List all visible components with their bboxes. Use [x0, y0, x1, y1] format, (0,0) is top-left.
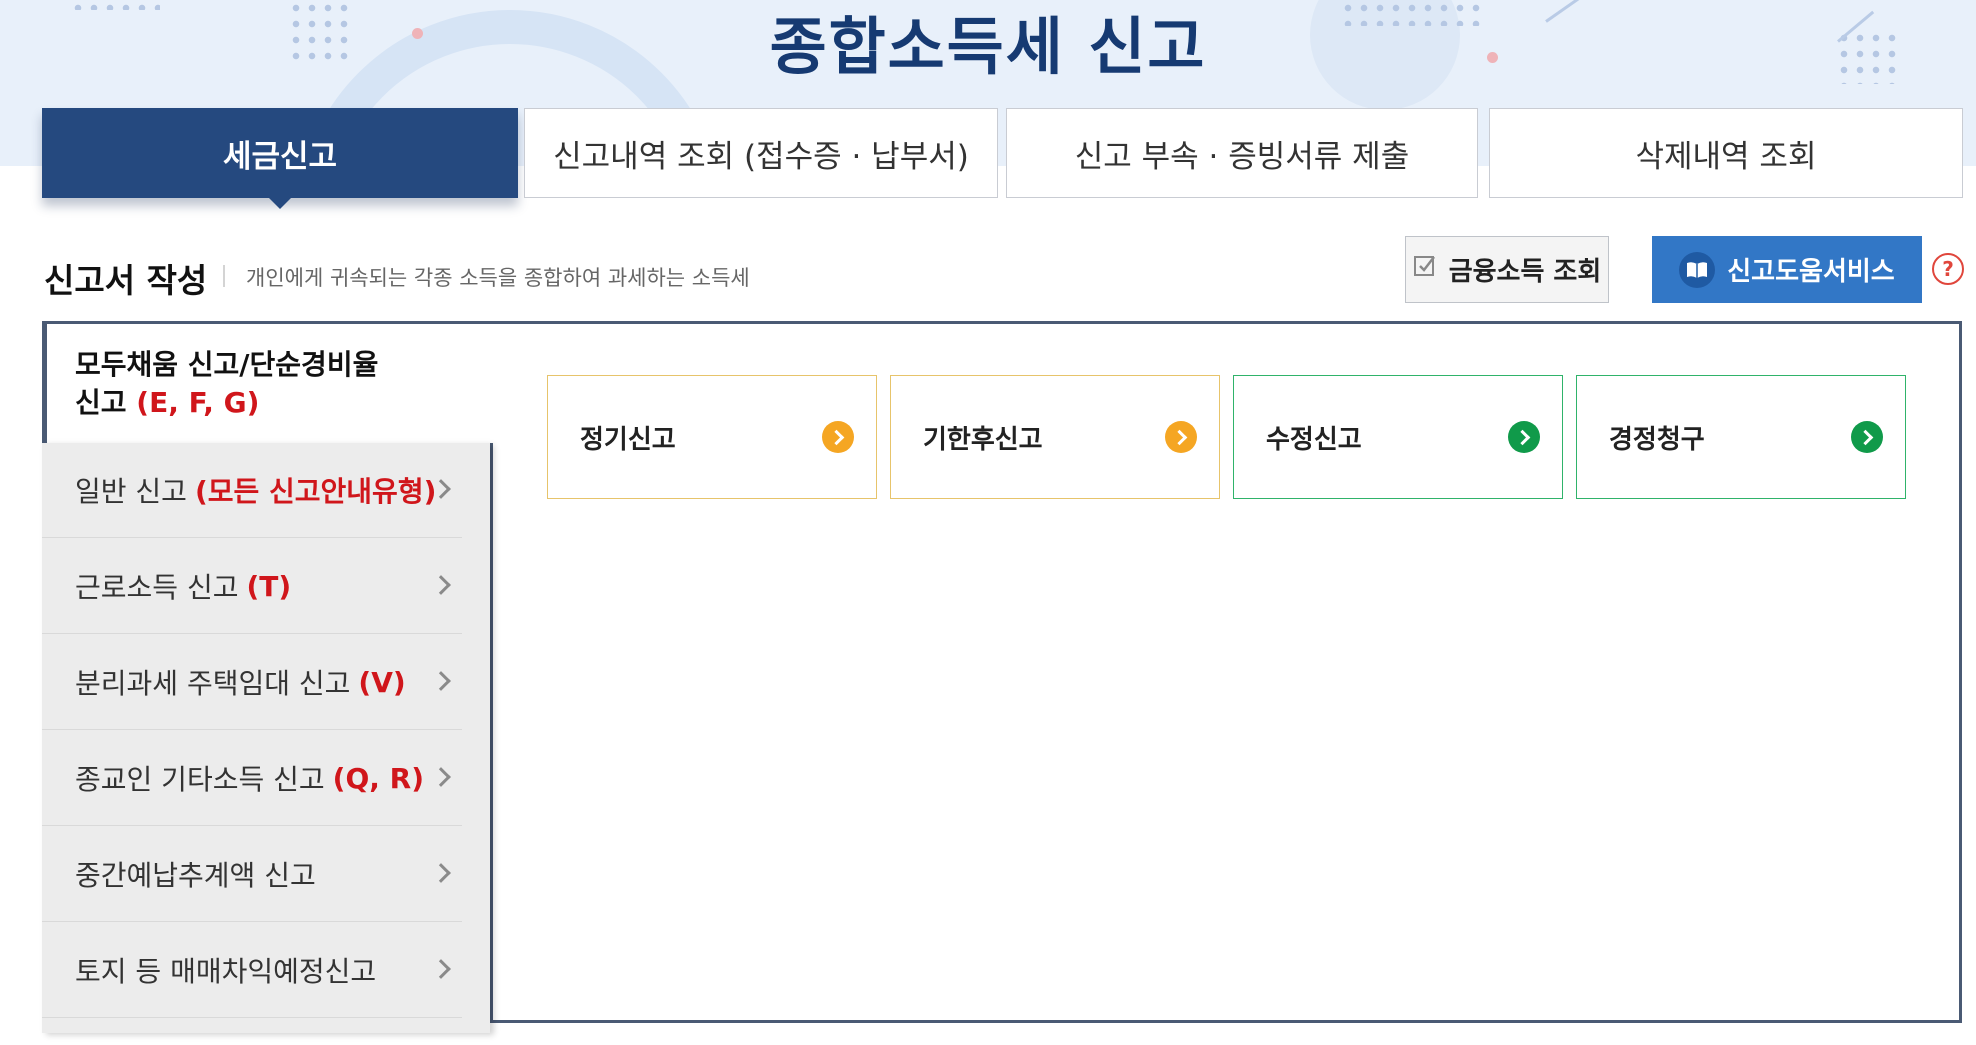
card-label: 기한후신고 [923, 424, 1043, 455]
tab-tax-filing[interactable]: 세금신고 [42, 108, 518, 209]
arrow-right-icon [1165, 421, 1197, 453]
chevron-right-icon [431, 671, 451, 691]
chevron-right-icon [431, 767, 451, 787]
checkbox-edit-icon [1413, 253, 1439, 286]
card-label: 수정신고 [1266, 424, 1362, 455]
chevron-right-icon [431, 575, 451, 595]
arrow-right-icon [1508, 421, 1540, 453]
tab-filing-history[interactable]: 신고내역 조회 (접수증 · 납부서) [524, 108, 998, 198]
book-icon [1679, 251, 1716, 288]
arrow-right-icon [1851, 421, 1883, 453]
sidebar-item-label: 분리과세 주택임대 신고 [75, 667, 351, 700]
financial-income-label: 금융소득 조회 [1448, 257, 1602, 287]
sidebar-item-code: (V) [358, 665, 406, 699]
correction-claim-card[interactable]: 경정청구 [1576, 375, 1906, 499]
financial-income-button[interactable]: 금융소득 조회 [1405, 236, 1609, 303]
card-label: 경정청구 [1609, 424, 1705, 455]
sidebar-item-label: 일반 신고 [75, 475, 187, 508]
page-title: 종합소득세 신고 [769, 10, 1207, 83]
amended-filing-card[interactable]: 수정신고 [1233, 375, 1563, 499]
late-filing-card[interactable]: 기한후신고 [890, 375, 1220, 499]
card-label: 정기신고 [580, 424, 676, 455]
sidebar-active-code: (E, F, G) [136, 386, 260, 419]
help-service-label: 신고도움서비스 [1727, 257, 1895, 287]
sidebar-active-title: 모두채움 신고/단순경비율 신고 (E, F, G) [75, 346, 378, 422]
sidebar-item-label: 근로소득 신고 [75, 571, 239, 604]
regular-filing-card[interactable]: 정기신고 [547, 375, 877, 499]
sidebar-item-land-sale[interactable]: 토지 등 매매차익예정신고 [42, 923, 462, 1018]
sidebar-item-housing-rental[interactable]: 분리과세 주택임대 신고 (V) [42, 635, 462, 730]
sidebar-item-general[interactable]: 일반 신고 (모든 신고안내유형) [42, 443, 462, 538]
sidebar-active-line2: 신고 [75, 386, 127, 419]
sidebar-active-line1: 모두채움 신고/단순경비율 [75, 348, 379, 381]
sidebar-item-religious[interactable]: 종교인 기타소득 신고 (Q, R) [42, 731, 462, 826]
tab-deleted-history[interactable]: 삭제내역 조회 [1489, 108, 1963, 198]
panel-border [1959, 321, 1962, 443]
sidebar-item-earned-income[interactable]: 근로소득 신고 (T) [42, 539, 462, 634]
section-description: 개인에게 귀속되는 각종 소득을 종합하여 과세하는 소득세 [246, 266, 750, 290]
question-icon[interactable]: ? [1932, 253, 1964, 285]
sidebar-list: 일반 신고 (모든 신고안내유형) 근로소득 신고 (T) 분리과세 주택임대 … [42, 443, 490, 1033]
sidebar-item-label: 중간예납추계액 신고 [75, 859, 316, 892]
sidebar-item-code: (T) [246, 569, 292, 603]
filing-content-area [490, 443, 1962, 1023]
sidebar-item-interim-prepayment[interactable]: 중간예납추계액 신고 [42, 827, 462, 922]
section-title: 신고서 작성 [44, 261, 208, 300]
sidebar-item-label: 토지 등 매매차익예정신고 [75, 955, 377, 988]
sidebar-item-label: 종교인 기타소득 신고 [75, 763, 325, 796]
section-divider [223, 265, 225, 287]
chevron-right-icon [431, 959, 451, 979]
sidebar-item-code: (Q, R) [332, 761, 424, 795]
chevron-right-icon [431, 863, 451, 883]
sidebar-item-code: (모든 신고안내유형) [194, 475, 437, 508]
help-service-button[interactable]: 신고도움서비스 [1652, 236, 1922, 303]
arrow-right-icon [822, 421, 854, 453]
tab-document-submit[interactable]: 신고 부속 · 증빙서류 제출 [1006, 108, 1478, 198]
